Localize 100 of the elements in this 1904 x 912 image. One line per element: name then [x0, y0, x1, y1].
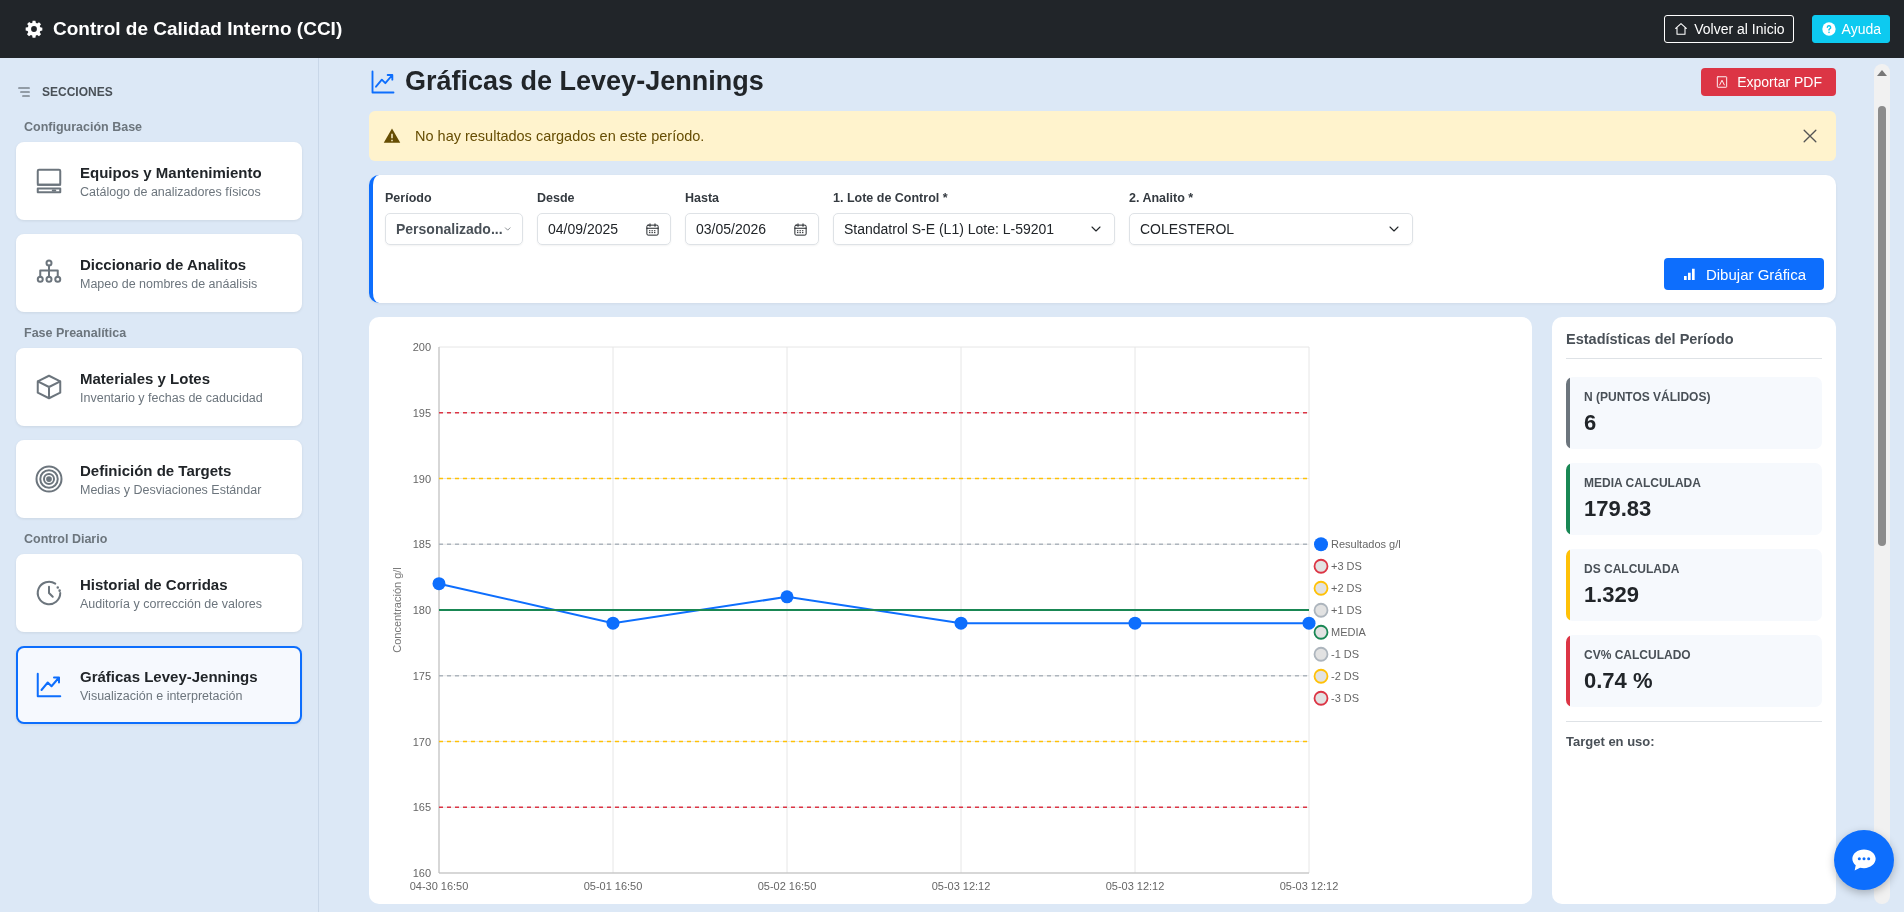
sidebar-item[interactable]: Diccionario de Analitos Mapeo de nombres de anáalisis — [16, 234, 302, 312]
legend-label: +3 DS — [1331, 560, 1362, 573]
field-label: Período — [385, 191, 433, 205]
y-tick-label: 180 — [412, 604, 431, 616]
data-point — [1128, 616, 1142, 630]
legend-marker — [1314, 537, 1328, 552]
x-tick-label: 05-02 16:50 — [757, 880, 817, 892]
box-icon — [34, 372, 64, 402]
y-axis-title: Concentración g/l — [391, 567, 403, 653]
y-tick-label: 170 — [412, 735, 431, 748]
legend-label: -1 DS — [1331, 648, 1360, 661]
stat-label: DS CALCULADA — [1584, 562, 1680, 576]
home-icon — [1673, 21, 1690, 37]
legend-marker — [1313, 646, 1329, 662]
help-icon — [1820, 21, 1837, 37]
legend-label: +2 DS — [1331, 582, 1362, 595]
item-title: Definición de Targets — [80, 461, 233, 479]
field-label: Hasta — [685, 191, 721, 205]
stat-label: N (PUNTOS VÁLIDOS) — [1584, 390, 1711, 404]
clock-icon — [34, 578, 64, 608]
select-field[interactable]: Personalizado... — [385, 213, 523, 245]
sidebar-item[interactable]: Definición de Targets Medias y Desviaciones Estándar — [16, 440, 302, 518]
bar-chart-icon — [1681, 266, 1698, 282]
y-tick-label: 200 — [412, 341, 431, 353]
x-tick-label: 05-03 12:12 — [1105, 880, 1165, 892]
sidebar-item[interactable]: Materiales y Lotes Inventario y fechas de caducidad — [16, 348, 302, 426]
item-subtitle: Auditoría y corrección de valores — [80, 596, 263, 611]
field-label: 2. Analito * — [1129, 191, 1195, 205]
home-button[interactable]: Volver al Inicio — [1664, 15, 1794, 43]
sidebar-heading: SECCIONES — [42, 85, 113, 99]
legend-marker — [1313, 602, 1329, 618]
x-tick-label: 05-01 16:50 — [583, 880, 643, 892]
y-tick-label: 175 — [412, 669, 431, 682]
item-subtitle: Catálogo de analizadores físicos — [80, 184, 262, 199]
select-field[interactable]: COLESTEROL — [1129, 213, 1413, 245]
sidebar-item[interactable]: Gráficas Levey-Jennings Visualización e interpretación — [16, 646, 302, 724]
stat-value: 0.74 % — [1584, 668, 1654, 694]
export-pdf-button[interactable]: Exportar PDF — [1701, 67, 1836, 96]
stat-value: 1.329 — [1584, 582, 1641, 608]
item-subtitle: Mapeo de nombres de anáalisis — [80, 276, 258, 291]
y-tick-label: 190 — [412, 472, 431, 485]
list-icon — [16, 84, 32, 100]
data-point — [954, 616, 968, 630]
x-tick-label: 05-03 12:12 — [931, 880, 991, 892]
data-point — [780, 590, 794, 604]
chat-button[interactable] — [1834, 830, 1894, 890]
stat-value: 179.83 — [1584, 496, 1653, 522]
y-tick-label: 185 — [412, 538, 431, 551]
y-tick-label: 195 — [412, 406, 431, 419]
calendar-icon — [645, 221, 660, 237]
field-label: 1. Lote de Control * — [833, 191, 949, 205]
item-title: Gráficas Levey-Jennings — [80, 667, 258, 685]
legend-label: -3 DS — [1331, 692, 1360, 705]
draw-chart-button[interactable]: Dibujar Gráfica — [1663, 258, 1824, 290]
sidebar-item[interactable]: Equipos y Mantenimiento Catálogo de analizadores físicos — [16, 142, 302, 220]
legend-marker — [1313, 668, 1329, 684]
date-field[interactable]: 03/05/2026 — [685, 213, 819, 245]
legend-label: Resultados g/l — [1331, 538, 1401, 551]
app-title: Control de Calidad Interno (CCI) — [53, 18, 343, 40]
target-label: Target en uso: — [1566, 721, 1822, 749]
alert-message: No hay resultados cargados en este período. — [415, 128, 706, 144]
stat-label: CV% CALCULADO — [1584, 648, 1691, 662]
legend-marker — [1313, 580, 1329, 596]
computer-icon — [34, 166, 64, 196]
legend-label: MEDIA — [1331, 626, 1366, 639]
calendar-icon — [793, 221, 808, 237]
document-icon — [1715, 74, 1730, 89]
y-tick-label: 165 — [412, 801, 431, 814]
date-field[interactable]: 04/09/2025 — [537, 213, 671, 245]
stat-value: 6 — [1584, 410, 1598, 436]
data-point — [432, 577, 446, 591]
data-point — [1302, 616, 1316, 630]
panel-title: Estadísticas del Período — [1566, 331, 1822, 359]
data-point — [606, 616, 620, 630]
legend-marker — [1313, 558, 1329, 574]
item-title: Materiales y Lotes — [80, 369, 212, 387]
legend-marker — [1313, 624, 1329, 640]
legend-marker — [1313, 690, 1329, 706]
item-subtitle: Visualización e interpretación — [80, 688, 244, 703]
sidebar-item[interactable]: Historial de Corridas Auditoría y corrección de valores — [16, 554, 302, 632]
legend-label: -2 DS — [1331, 670, 1360, 683]
select-field[interactable]: Standatrol S-E (L1) Lote: L-59201 — [833, 213, 1115, 245]
section-title: Configuración Base — [23, 120, 144, 134]
warning-icon — [383, 127, 401, 145]
section-title: Control Diario — [23, 532, 109, 546]
item-subtitle: Inventario y fechas de caducidad — [80, 390, 263, 405]
scrollbar[interactable] — [1874, 64, 1890, 904]
x-tick-label: 04-30 16:50 — [409, 880, 469, 892]
page-title: Gráficas de Levey-Jennings — [405, 66, 764, 97]
stat-label: MEDIA CALCULADA — [1584, 476, 1701, 490]
legend-label: +1 DS — [1331, 604, 1362, 617]
x-tick-label: 05-03 12:12 — [1279, 880, 1339, 892]
field-label: Desde — [537, 191, 576, 205]
item-title: Equipos y Mantenimiento — [80, 163, 262, 181]
line-chart-icon — [34, 670, 64, 700]
item-title: Historial de Corridas — [80, 575, 229, 593]
target-icon — [34, 464, 64, 494]
item-title: Diccionario de Analitos — [80, 255, 248, 273]
gear-icon — [24, 19, 44, 39]
item-subtitle: Medias y Desviaciones Estándar — [80, 482, 262, 497]
